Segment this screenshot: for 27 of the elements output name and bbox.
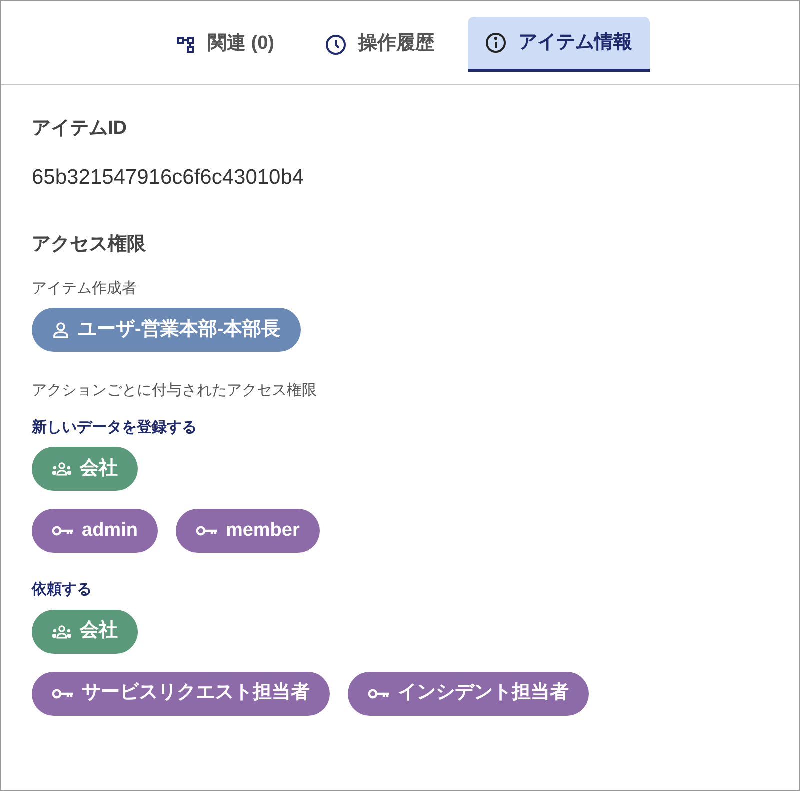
access-chip: ユーザ-営業本部-本部長 <box>32 308 301 352</box>
field-label: アクションごとに付与されたアクセス権限 <box>32 381 318 401</box>
hierarchy-icon <box>176 34 196 54</box>
tab[interactable]: 関連 (0) <box>159 17 292 72</box>
access-chip: admin <box>32 509 158 553</box>
people-icon <box>52 624 72 638</box>
info-icon <box>484 32 506 54</box>
key-icon <box>196 525 218 537</box>
tab[interactable]: 操作履歴 <box>308 17 452 72</box>
item-id: 65b321547916c6f6c43010b4 <box>32 164 306 190</box>
key-icon <box>52 688 74 700</box>
person-icon <box>52 321 70 339</box>
tab[interactable]: アイテム情報 <box>468 17 650 72</box>
section-heading: アクセス権限 <box>32 233 147 257</box>
access-chip: member <box>176 509 320 553</box>
access-chip: 会社 <box>32 447 138 491</box>
section-heading: アイテムID <box>32 117 128 141</box>
action-title: 新しいデータを登録する <box>32 418 198 438</box>
key-icon <box>52 525 74 537</box>
key-icon <box>368 688 390 700</box>
access-chip: インシデント担当者 <box>348 672 589 716</box>
access-chip: サービスリクエスト担当者 <box>32 672 330 716</box>
clock-icon <box>324 34 346 56</box>
access-chip: 会社 <box>32 610 138 654</box>
people-icon <box>52 462 72 476</box>
field-label: アイテム作成者 <box>32 278 138 298</box>
action-title: 依頼する <box>32 580 93 600</box>
